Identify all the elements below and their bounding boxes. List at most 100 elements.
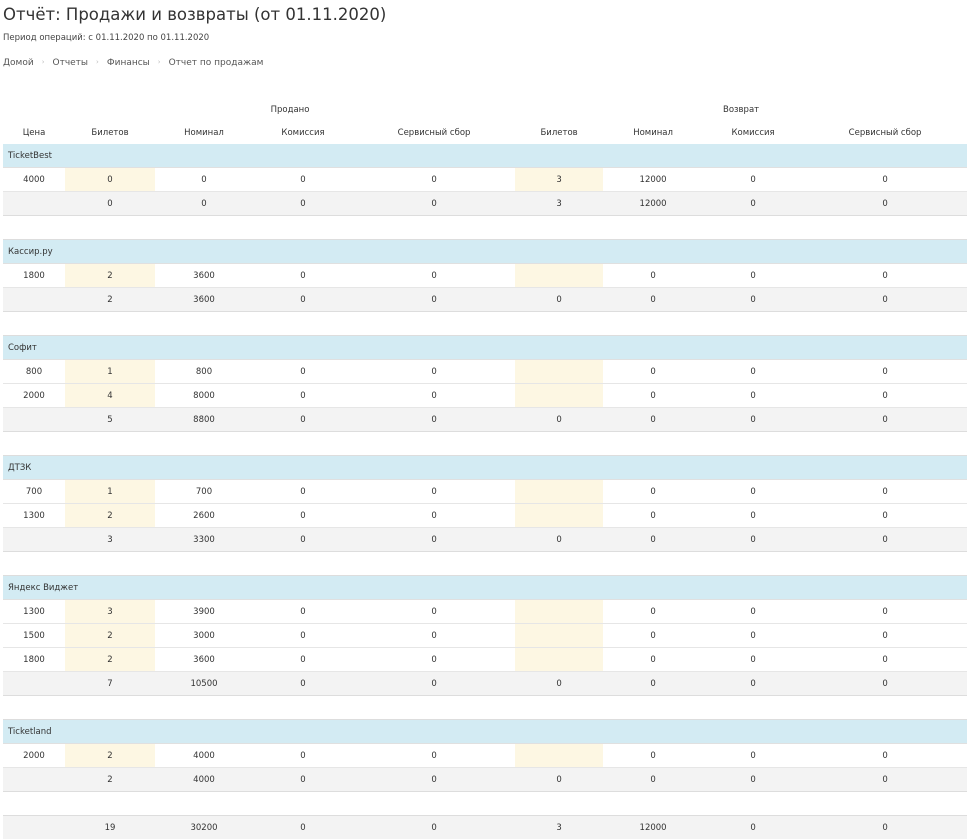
cell-sold-nominal: 3300 xyxy=(155,527,253,552)
cell-returned-service-fee: 0 xyxy=(803,647,968,672)
spacer-cell xyxy=(3,215,968,240)
cell-price xyxy=(3,671,65,696)
table-row: 2000 4 8000 0 0 0 0 0 xyxy=(3,383,968,408)
section-spacer xyxy=(3,215,968,240)
cell-price: 700 xyxy=(3,479,65,504)
breadcrumb-current-page: Отчет по продажам xyxy=(168,58,264,68)
column-header-returned-nominal: Номинал xyxy=(633,127,673,138)
cell-sold-service-fee: 0 xyxy=(353,263,516,288)
page-title: Отчёт: Продажи и возвраты (от 01.11.2020… xyxy=(3,5,387,24)
cell-sold-commission: 0 xyxy=(253,671,353,696)
cell-returned-service-fee: 0 xyxy=(803,527,968,552)
cell-sold-nominal: 30200 xyxy=(155,815,253,839)
section-total-row: 7 10500 0 0 0 0 0 0 xyxy=(3,671,968,696)
cell-returned-nominal: 0 xyxy=(603,407,704,432)
cell-sold-nominal: 3600 xyxy=(155,263,253,288)
breadcrumb-home-link[interactable]: Домой xyxy=(3,57,34,69)
cell-returned-commission: 0 xyxy=(703,647,804,672)
cell-returned-nominal: 0 xyxy=(603,623,704,648)
cell-sold-service-fee: 0 xyxy=(353,167,516,192)
cell-returned-tickets: 3 xyxy=(515,167,604,192)
section-name: Кассир.ру xyxy=(3,239,968,264)
cell-sold-commission: 0 xyxy=(253,815,353,839)
cell-sold-tickets: 7 xyxy=(65,671,155,696)
cell-returned-service-fee: 0 xyxy=(803,287,968,312)
table-row: 2000 2 4000 0 0 0 0 0 xyxy=(3,743,968,768)
cell-returned-tickets: 0 xyxy=(515,527,604,552)
section-name: Ticketland xyxy=(3,719,968,744)
column-header-row: Цена Билетов Номинал Комиссия Сервисный … xyxy=(3,121,967,144)
cell-returned-commission: 0 xyxy=(703,407,804,432)
cell-returned-service-fee: 0 xyxy=(803,383,968,408)
cell-sold-service-fee: 0 xyxy=(353,671,516,696)
cell-returned-commission: 0 xyxy=(703,479,804,504)
section-header-row: Кассир.ру xyxy=(3,239,968,264)
column-header-sold-commission: Комиссия xyxy=(281,127,325,138)
cell-sold-tickets: 5 xyxy=(65,407,155,432)
cell-sold-nominal: 800 xyxy=(155,359,253,384)
cell-sold-service-fee: 0 xyxy=(353,503,516,528)
cell-sold-tickets: 0 xyxy=(65,191,155,216)
section-name: Софит xyxy=(3,335,968,360)
cell-returned-tickets xyxy=(515,647,604,672)
cell-returned-commission: 0 xyxy=(703,767,804,792)
cell-returned-commission: 0 xyxy=(703,503,804,528)
cell-price xyxy=(3,815,65,839)
spacer-cell xyxy=(3,791,968,816)
section-spacer xyxy=(3,431,968,456)
cell-sold-service-fee: 0 xyxy=(353,647,516,672)
cell-sold-commission: 0 xyxy=(253,599,353,624)
cell-sold-service-fee: 0 xyxy=(353,407,516,432)
cell-returned-nominal: 0 xyxy=(603,479,704,504)
breadcrumb-reports-link[interactable]: Отчеты xyxy=(53,57,89,69)
spacer-cell xyxy=(3,311,968,336)
breadcrumb-finance-link[interactable]: Финансы xyxy=(107,57,150,69)
cell-sold-tickets: 3 xyxy=(65,599,155,624)
cell-price: 1500 xyxy=(3,623,65,648)
table-row: 1300 3 3900 0 0 0 0 0 xyxy=(3,599,968,624)
period-text: Период операций: с 01.11.2020 по 01.11.2… xyxy=(3,33,210,43)
cell-returned-service-fee: 0 xyxy=(803,167,968,192)
column-header-returned-commission: Комиссия xyxy=(731,127,775,138)
section-total-row: 5 8800 0 0 0 0 0 0 xyxy=(3,407,968,432)
cell-returned-nominal: 0 xyxy=(603,671,704,696)
cell-returned-service-fee: 0 xyxy=(803,815,968,839)
column-group-header-row: Продано Возврат xyxy=(3,98,967,121)
cell-sold-service-fee: 0 xyxy=(353,479,516,504)
table-row: 1800 2 3600 0 0 0 0 0 xyxy=(3,647,968,672)
cell-sold-service-fee: 0 xyxy=(353,191,516,216)
cell-price: 800 xyxy=(3,359,65,384)
cell-sold-tickets: 19 xyxy=(65,815,155,839)
cell-returned-commission: 0 xyxy=(703,359,804,384)
cell-sold-service-fee: 0 xyxy=(353,359,516,384)
cell-returned-nominal: 0 xyxy=(603,359,704,384)
cell-returned-tickets xyxy=(515,359,604,384)
table-row: 800 1 800 0 0 0 0 0 xyxy=(3,359,968,384)
cell-returned-commission: 0 xyxy=(703,743,804,768)
sold-group-header: Продано xyxy=(270,104,310,115)
column-header-sold-service-fee: Сервисный сбор xyxy=(397,127,471,138)
column-header-price: Цена xyxy=(22,127,46,138)
cell-returned-commission: 0 xyxy=(703,671,804,696)
cell-sold-tickets: 2 xyxy=(65,263,155,288)
cell-returned-tickets xyxy=(515,503,604,528)
section-total-row: 2 4000 0 0 0 0 0 0 xyxy=(3,767,968,792)
cell-sold-nominal: 3600 xyxy=(155,647,253,672)
spacer-cell xyxy=(3,695,968,720)
cell-price: 1800 xyxy=(3,647,65,672)
table-row: 1300 2 2600 0 0 0 0 0 xyxy=(3,503,968,528)
cell-sold-nominal: 0 xyxy=(155,191,253,216)
breadcrumb-separator-icon: › xyxy=(41,58,45,66)
cell-returned-service-fee: 0 xyxy=(803,671,968,696)
section-spacer xyxy=(3,311,968,336)
cell-returned-service-fee: 0 xyxy=(803,407,968,432)
cell-returned-commission: 0 xyxy=(703,167,804,192)
cell-sold-service-fee: 0 xyxy=(353,527,516,552)
cell-returned-nominal: 0 xyxy=(603,383,704,408)
cell-returned-tickets xyxy=(515,743,604,768)
cell-returned-nominal: 12000 xyxy=(603,167,704,192)
cell-sold-tickets: 2 xyxy=(65,623,155,648)
section-name: TicketBest xyxy=(3,144,968,168)
section-spacer xyxy=(3,551,968,576)
cell-returned-tickets: 3 xyxy=(515,191,604,216)
